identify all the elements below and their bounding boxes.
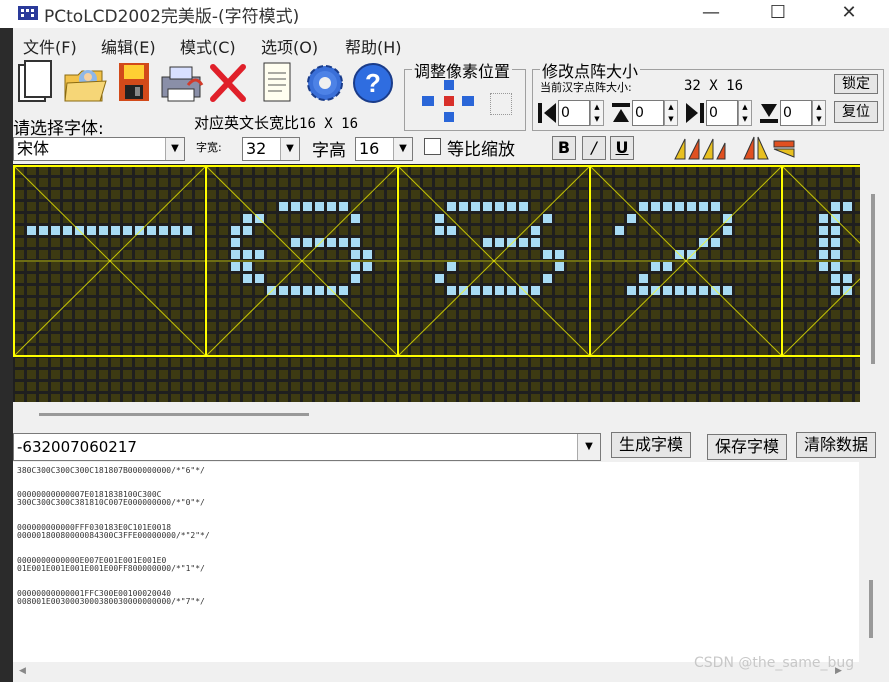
rotate-icon[interactable] (673, 135, 727, 161)
clear-button[interactable]: 清除数据 (796, 432, 876, 458)
right-edge-icon (684, 100, 706, 126)
watermark: CSDN @the_same_bug (694, 655, 855, 671)
flip-icon[interactable] (740, 135, 798, 161)
open-folder-icon[interactable] (62, 59, 107, 105)
svg-text:?: ? (365, 68, 381, 98)
print-icon[interactable] (158, 59, 204, 105)
right-spin-buttons[interactable]: ▲ ▼ (738, 100, 752, 126)
chevron-down-icon[interactable]: ▼ (393, 138, 412, 160)
output-vertical-scrollbar[interactable] (860, 462, 889, 662)
en-size-label: 对应英文长宽比16 X 16 (194, 114, 359, 132)
menu-mode[interactable]: 模式(C) (180, 34, 236, 58)
generate-button[interactable]: 生成字模 (611, 432, 691, 458)
bottom-spin-buttons[interactable]: ▲ ▼ (812, 100, 826, 126)
height-label: 字高 (312, 141, 346, 161)
help-icon[interactable]: ? (350, 59, 393, 105)
output-line: 00000180080000084300C3FFE00000000/*"2"*/ (17, 531, 210, 540)
current-size-label: 当前汉字点阵大小: (540, 81, 632, 94)
canvas-horizontal-scrollbar[interactable] (13, 402, 860, 428)
output-line: 01E001E001E001E001E00FF800000000/*"1"*/ (17, 564, 205, 573)
current-size-value: 32 X 16 (684, 78, 744, 94)
title-bar: PCtoLCD2002完美版-(字符模式) — ☐ ✕ (0, 0, 889, 28)
char-frame (589, 165, 783, 357)
height-combo[interactable]: 16 ▼ (355, 137, 413, 161)
right-spin-input[interactable]: 0 (706, 100, 738, 126)
maximize-button[interactable]: ☐ (755, 0, 801, 28)
output-block: 000000000000FFF030183E0C101E0018 0000018… (17, 523, 859, 541)
center-icon[interactable] (490, 93, 512, 115)
proportional-label: 等比缩放 (447, 140, 515, 160)
menu-bar: 文件(F) 编辑(E) 模式(C) 选项(O) 帮助(H) (13, 30, 889, 58)
output-line: 008001E0030003000380030000000000/*"7"*/ (17, 597, 205, 606)
move-arrows[interactable] (418, 78, 488, 124)
menu-options[interactable]: 选项(O) (261, 34, 318, 58)
char-frame (13, 165, 207, 357)
minimize-button[interactable]: — (688, 0, 734, 28)
lock-button[interactable]: 锁定 (834, 74, 878, 94)
width-combo[interactable]: 32 ▼ (242, 137, 300, 161)
en-size-value: 16 X 16 (299, 116, 359, 132)
char-frame (397, 165, 591, 357)
background-window-edge (0, 28, 13, 682)
left-spin-buttons[interactable]: ▲ ▼ (590, 100, 604, 126)
delete-icon[interactable] (207, 59, 249, 105)
bottom-edge-icon (758, 100, 780, 126)
reset-button[interactable]: 复位 (834, 101, 878, 123)
width-label: 字宽: (196, 141, 222, 154)
dot-matrix-canvas[interactable] (13, 164, 889, 403)
output-line: 380C300C300C300C181807B000000000/*"6"*/ (17, 466, 205, 475)
output-block: 380C300C300C300C181807B000000000/*"6"*/ (17, 466, 859, 476)
app-icon (18, 4, 38, 22)
top-spin-input[interactable]: 0 (632, 100, 664, 126)
left-edge-icon (536, 100, 558, 126)
font-combo[interactable]: 宋体 ▼ (13, 137, 185, 161)
font-select-label: 请选择字体: (13, 119, 104, 139)
output-block: 00000000000001FFC300E00100020040 008001E… (17, 589, 859, 607)
proportional-checkbox[interactable] (424, 138, 441, 155)
top-edge-icon (610, 100, 632, 126)
output-block: 0000000000000E007E001E001E001E0 01E001E0… (17, 556, 859, 574)
menu-edit[interactable]: 编辑(E) (101, 34, 156, 58)
text-input[interactable]: -632007060217 ▼ (13, 433, 601, 461)
underline-button[interactable]: U (610, 136, 634, 160)
bottom-spin-input[interactable]: 0 (780, 100, 812, 126)
menu-file[interactable]: 文件(F) (23, 34, 77, 58)
bold-button[interactable]: B (552, 136, 576, 160)
window-title: PCtoLCD2002完美版-(字符模式) (44, 7, 300, 27)
chevron-down-icon[interactable]: ▼ (280, 138, 299, 160)
settings-gear-icon[interactable] (302, 59, 344, 105)
output-textarea[interactable]: 380C300C300C300C181807B000000000/*"6"*/ … (13, 462, 859, 662)
chevron-down-icon[interactable]: ▼ (165, 138, 184, 160)
close-button[interactable]: ✕ (826, 0, 872, 28)
scroll-left-arrow-icon[interactable]: ◀ (19, 666, 26, 676)
save-button[interactable]: 保存字模 (707, 434, 787, 460)
italic-button[interactable]: / (582, 136, 606, 160)
chevron-down-icon[interactable]: ▼ (577, 434, 600, 460)
notepad-icon[interactable] (256, 59, 298, 105)
menu-help[interactable]: 帮助(H) (345, 34, 402, 58)
save-disk-icon[interactable] (113, 59, 155, 105)
top-spin-buttons[interactable]: ▲ ▼ (664, 100, 678, 126)
left-spin-input[interactable]: 0 (558, 100, 590, 126)
output-block: 00000000000007E0181838100C300C 300C300C3… (17, 490, 859, 508)
output-line: 300C300C300C381810C007E000000000/*"0"*/ (17, 498, 205, 507)
char-frame (205, 165, 399, 357)
canvas-vertical-scrollbar[interactable] (860, 164, 889, 402)
new-file-icon[interactable] (17, 59, 59, 105)
